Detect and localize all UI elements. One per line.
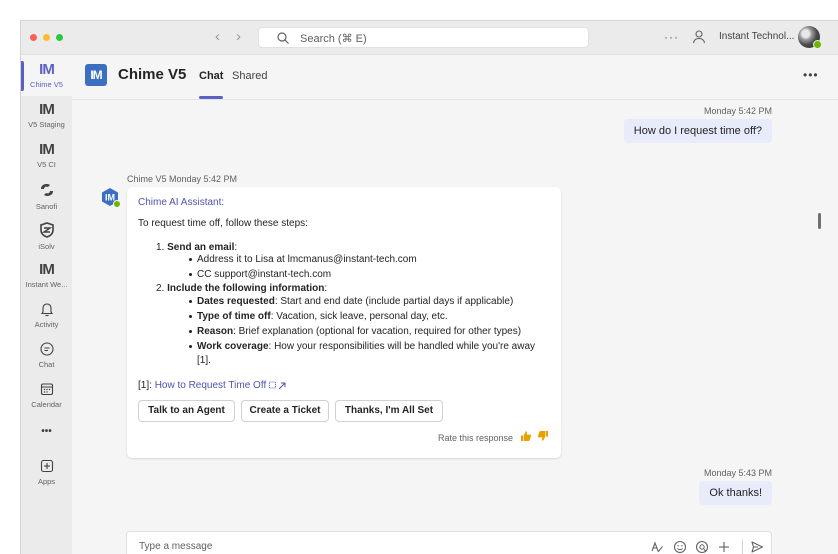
rate-response-label: Rate this response — [438, 433, 514, 443]
bullet — [189, 345, 192, 348]
active-tab-indicator — [199, 96, 223, 99]
rail-item-isolv[interactable]: iSolv — [21, 216, 72, 256]
rail-item-v5-ci[interactable]: IM V5 CI — [21, 136, 72, 176]
im-logo-icon: IM — [39, 61, 55, 78]
my-message-bubble[interactable]: How do I request time off? — [623, 119, 772, 143]
bot-message-card: Chime AI Assistant: To request time off,… — [127, 187, 561, 458]
zoom-window-button[interactable] — [56, 34, 63, 41]
my-message-bubble[interactable]: Ok thanks! — [699, 481, 772, 505]
loop-icon[interactable] — [695, 540, 709, 554]
bell-icon — [40, 303, 53, 317]
rail-item-label: iSolv — [38, 242, 55, 251]
rail-item-label: Apps — [37, 477, 56, 486]
rail-item-chime-v5[interactable]: IM Chime V5 — [21, 56, 72, 96]
detail-coverage: Work coverage: How your responsibilities… — [197, 341, 535, 352]
bullet — [189, 315, 192, 318]
rail-item-label: Chime V5 — [30, 80, 63, 89]
forward-arrow-icon[interactable]: › — [236, 29, 241, 45]
thumbs-down-icon[interactable] — [537, 430, 549, 442]
chat-pane: Monday 5:42 PM How do I request time off… — [72, 101, 838, 554]
teams-window: ‹ › Search (⌘ E) ··· Instant Technol... … — [20, 20, 838, 554]
rail-item-calendar[interactable]: Calendar — [21, 376, 72, 416]
message-timestamp: Monday 5:43 PM — [703, 468, 772, 478]
page-title: Chime V5 — [118, 66, 187, 83]
open-external-icon[interactable] — [269, 381, 287, 390]
im-logo-icon: IM — [39, 101, 55, 118]
people-icon[interactable] — [691, 29, 707, 45]
presence-available-icon — [813, 40, 822, 49]
search-placeholder: Search (⌘ E) — [300, 33, 367, 45]
detail-dates: Dates requested: Start and end date (inc… — [197, 296, 514, 307]
im-logo-icon: IM — [39, 261, 55, 278]
presence-available-icon — [113, 200, 121, 208]
rail-item-label: Activity — [34, 320, 59, 329]
channel-header: IM Chime V5 Chat Shared ••• — [72, 56, 838, 100]
rail-item-label: Calendar — [31, 400, 62, 409]
rail-item-chat[interactable]: Chat — [21, 336, 72, 376]
tab-shared[interactable]: Shared — [232, 70, 267, 82]
thumbs-up-icon[interactable] — [520, 430, 532, 442]
rail-item-more-apps[interactable]: ••• — [21, 416, 72, 446]
search-icon — [277, 32, 289, 44]
format-text-icon[interactable] — [650, 540, 664, 554]
calendar-icon — [40, 383, 53, 396]
detail-reason: Reason: Brief explanation (optional for … — [197, 326, 522, 337]
create-ticket-button[interactable]: Create a Ticket — [241, 400, 329, 422]
tab-chat[interactable]: Chat — [199, 70, 223, 82]
isolv-shield-icon — [39, 222, 54, 238]
step-1-bullet-1: Address it to Lisa at lmcmanus@instant-t… — [197, 254, 417, 265]
im-logo-icon: IM — [39, 141, 55, 158]
add-icon[interactable] — [717, 540, 731, 554]
more-dots-icon: ••• — [41, 426, 52, 437]
reference-link[interactable]: How to Request Time Off — [155, 380, 267, 391]
rail-item-label: Chat — [38, 360, 55, 369]
bot-message-meta: Chime V5 Monday 5:42 PM — [127, 174, 238, 184]
add-app-icon — [40, 459, 53, 473]
compose-box[interactable]: Type a message — [126, 531, 772, 554]
search-box[interactable]: Search (⌘ E) — [258, 27, 589, 48]
emoji-icon[interactable] — [673, 540, 687, 554]
title-bar: ‹ › Search (⌘ E) ··· Instant Technol... — [21, 21, 838, 55]
minimize-window-button[interactable] — [43, 34, 50, 41]
compose-placeholder: Type a message — [139, 541, 213, 552]
rail-item-instant-web[interactable]: IM Instant We... — [21, 256, 72, 296]
chat-icon — [39, 342, 54, 356]
send-icon[interactable] — [750, 540, 764, 554]
more-options-icon[interactable]: ••• — [803, 68, 819, 82]
reference-line: [1]: How to Request Time Off — [138, 380, 287, 391]
sanofi-icon — [40, 184, 53, 196]
rail-item-apps[interactable]: Apps — [21, 453, 72, 493]
bot-intro-text: To request time off, follow these steps: — [138, 218, 308, 229]
rail-item-v5-staging[interactable]: IM V5 Staging — [21, 96, 72, 136]
rail-item-label: Instant We... — [25, 280, 68, 289]
step-2: 2. Include the following information: — [156, 283, 328, 294]
bot-name: Chime AI Assistant: — [138, 197, 225, 208]
bullet — [189, 330, 192, 333]
back-arrow-icon[interactable]: ‹ — [215, 29, 220, 45]
compose-divider — [742, 540, 743, 554]
rail-item-label: V5 Staging — [28, 120, 65, 129]
more-options-icon[interactable]: ··· — [664, 30, 679, 44]
step-1-bullet-2: CC support@instant-tech.com — [197, 269, 332, 280]
bullet — [189, 258, 192, 261]
detail-type: Type of time off: Vacation, sick leave, … — [197, 311, 448, 322]
app-rail: IM Chime V5 IM V5 Staging IM V5 CI Sanof… — [21, 56, 72, 554]
bullet — [189, 300, 192, 303]
step-1: 1. Send an email: — [156, 242, 238, 253]
detail-coverage-cont: [1]. — [197, 355, 211, 366]
rail-item-label: Sanofi — [35, 202, 58, 211]
rail-item-sanofi[interactable]: Sanofi — [21, 176, 72, 216]
rail-item-label: V5 CI — [37, 160, 56, 169]
bullet — [189, 273, 192, 276]
org-name[interactable]: Instant Technol... — [719, 31, 794, 42]
all-set-button[interactable]: Thanks, I'm All Set — [335, 400, 443, 422]
close-window-button[interactable] — [30, 34, 37, 41]
message-timestamp: Monday 5:42 PM — [703, 106, 772, 116]
app-logo: IM — [85, 64, 107, 86]
scrollbar-thumb[interactable] — [818, 213, 821, 229]
rail-item-activity[interactable]: Activity — [21, 296, 72, 336]
talk-to-agent-button[interactable]: Talk to an Agent — [138, 400, 235, 422]
